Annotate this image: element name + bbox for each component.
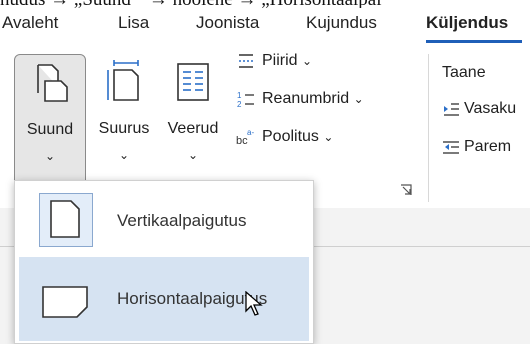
indent-left-control[interactable]: Vasaku — [442, 100, 516, 118]
indent-right-label: Parem — [464, 138, 512, 155]
breaks-icon — [239, 54, 253, 68]
indent-heading: Taane — [442, 64, 486, 81]
orientation-button[interactable]: Suund ⌄ — [14, 54, 86, 194]
svg-text:2: 2 — [237, 100, 242, 108]
chevron-down-icon: ⌄ — [187, 148, 199, 162]
breaks-button[interactable]: Piirid ⌄ — [236, 52, 312, 70]
landscape-page-icon — [42, 286, 88, 318]
active-tab-indicator — [426, 40, 522, 43]
breaks-label: Piirid — [262, 52, 298, 70]
hyphenation-button[interactable]: bc a- Poolitus ⌄ — [236, 128, 333, 146]
size-label: Suurus — [98, 120, 150, 137]
columns-icon — [177, 63, 209, 101]
chevron-down-icon: ⌄ — [323, 130, 334, 145]
tab-kujundus[interactable]: Kujundus — [306, 13, 377, 33]
portrait-page-icon — [50, 200, 80, 238]
tab-lisa[interactable]: Lisa — [118, 13, 149, 33]
svg-text:a-: a- — [247, 128, 254, 137]
indent-right-icon — [443, 141, 459, 154]
orientation-landscape-option[interactable]: Horisontaalpaigutus — [19, 257, 309, 341]
dialog-launcher-icon[interactable] — [400, 184, 412, 196]
hyphenation-icon: bc a- — [236, 128, 254, 146]
chevron-down-icon: ⌄ — [118, 148, 130, 162]
tab-kuljendus[interactable]: Küljendus — [426, 13, 508, 33]
mouse-cursor-icon — [245, 291, 263, 316]
orientation-dropdown: Vertikaalpaigutus Horisontaalpaigutus — [14, 180, 314, 344]
tab-joonista[interactable]: Joonista — [196, 13, 259, 33]
portrait-label: Vertikaalpaigutus — [117, 211, 247, 230]
line-numbers-label: Reanumbrid — [262, 90, 350, 108]
columns-button[interactable]: Veerud ⌄ — [160, 54, 226, 192]
columns-label: Veerud — [167, 120, 219, 137]
indent-left-icon — [444, 103, 459, 116]
group-divider — [428, 54, 429, 202]
chevron-down-icon: ⌄ — [353, 92, 364, 107]
orientation-icon — [37, 64, 68, 102]
svg-text:1: 1 — [237, 91, 242, 100]
page-size-icon — [107, 60, 139, 101]
tab-avaleht[interactable]: Avaleht — [2, 13, 58, 33]
size-button[interactable]: Suurus ⌄ — [92, 54, 156, 192]
orientation-label: Suund — [26, 121, 74, 138]
chevron-down-icon: ⌄ — [302, 54, 313, 69]
chevron-down-icon: ⌄ — [44, 149, 56, 163]
ribbon-tab-bar: Avaleht Lisa Joonista Kujundus Küljendus — [0, 8, 530, 44]
indent-right-control[interactable]: Parem — [442, 138, 511, 156]
orientation-portrait-option[interactable]: Vertikaalpaigutus — [19, 187, 309, 251]
line-numbers-button[interactable]: 1 2 Reanumbrid ⌄ — [236, 90, 364, 108]
line-numbers-icon: 1 2 — [237, 91, 254, 108]
hyphenation-label: Poolitus — [262, 128, 319, 146]
indent-left-label: Vasaku — [464, 100, 517, 117]
